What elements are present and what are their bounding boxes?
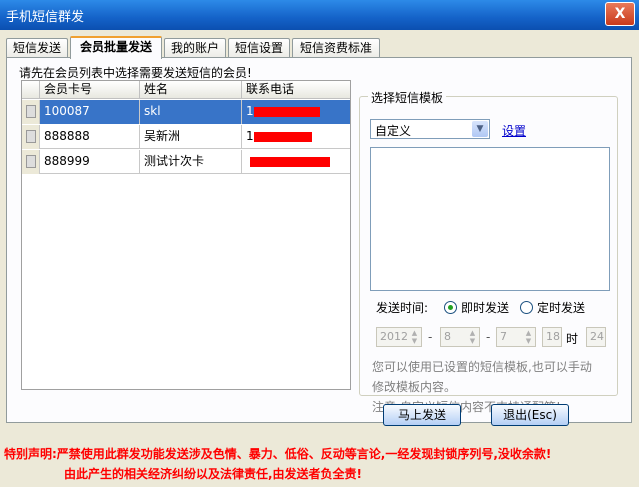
- cell-card-no: 888999: [40, 150, 140, 174]
- table-row[interactable]: 888888 吴新洲 1: [22, 125, 350, 149]
- radio-unchecked-icon: [520, 301, 533, 314]
- template-legend: 选择短信模板: [368, 89, 447, 106]
- spinner-arrows-icon[interactable]: ▲ ▼: [409, 329, 420, 345]
- exit-button[interactable]: 退出(Esc): [491, 404, 569, 426]
- cell-card-no: 100087: [40, 100, 140, 124]
- disclaimer-line1: 特别声明:严禁使用此群发功能发送涉及色情、暴力、低俗、反动等言论,一经发现封锁序…: [4, 447, 552, 461]
- tab-my-account[interactable]: 我的账户: [164, 38, 226, 58]
- minute-field[interactable]: 24: [586, 327, 606, 347]
- spinner-arrows-icon[interactable]: ▲ ▼: [467, 329, 478, 345]
- template-note: 您可以使用已设置的短信模板,也可以手动 修改模板内容。: [372, 357, 612, 397]
- row-indicator: [22, 100, 40, 124]
- member-hint: 请先在会员列表中选择需要发送短信的会员!: [19, 66, 252, 80]
- table-row[interactable]: 100087 skl 1: [22, 100, 350, 124]
- radio-send-now[interactable]: 即时发送: [444, 299, 509, 316]
- hour-field[interactable]: 18: [542, 327, 562, 347]
- message-textarea[interactable]: [370, 147, 610, 291]
- redaction-mark: [254, 132, 312, 142]
- template-select-value: 自定义: [375, 124, 412, 138]
- radio-send-scheduled-label: 定时发送: [537, 301, 586, 315]
- radio-checked-icon: [444, 301, 457, 314]
- day-spinner[interactable]: 7 ▲ ▼: [496, 327, 536, 347]
- template-note-line1: 您可以使用已设置的短信模板,也可以手动: [372, 360, 592, 374]
- radio-send-scheduled[interactable]: 定时发送: [520, 299, 585, 316]
- tab-sms-settings[interactable]: 短信设置: [228, 38, 290, 58]
- date-separator: -: [428, 330, 433, 344]
- hour-suffix: 时: [566, 332, 579, 346]
- member-grid[interactable]: 会员卡号 姓名 联系电话 100087 skl 1 888888 吴新洲 1 8…: [21, 80, 351, 390]
- tab-member-batch-send[interactable]: 会员批量发送: [70, 36, 162, 59]
- cell-phone: 1: [242, 125, 350, 149]
- cell-name: skl: [140, 100, 242, 124]
- template-settings-link[interactable]: 设置: [502, 122, 526, 139]
- row-marker-icon: [26, 105, 36, 118]
- cell-phone: [242, 150, 350, 174]
- tab-panel: 请先在会员列表中选择需要发送短信的会员! 会员卡号 姓名 联系电话 100087…: [6, 57, 632, 423]
- send-now-button[interactable]: 马上发送: [383, 404, 461, 426]
- template-select[interactable]: 自定义 ▼: [370, 119, 490, 139]
- row-indicator: [22, 125, 40, 149]
- radio-send-now-label: 即时发送: [461, 301, 510, 315]
- close-button[interactable]: X: [605, 2, 635, 26]
- year-value: 2012: [380, 330, 408, 343]
- cell-phone: 1: [242, 100, 350, 124]
- day-value: 7: [500, 330, 507, 343]
- month-spinner[interactable]: 8 ▲ ▼: [440, 327, 480, 347]
- tab-sms-send[interactable]: 短信发送: [6, 38, 68, 58]
- template-note-line2: 修改模板内容。: [372, 380, 457, 394]
- column-header-name[interactable]: 姓名: [140, 81, 242, 99]
- date-separator: -: [486, 330, 491, 344]
- disclaimer-line2: 由此产生的相关经济纠纷以及法律责任,由发送者负全责!: [64, 467, 363, 481]
- window-body: 短信发送 会员批量发送 我的账户 短信设置 短信资费标准 请先在会员列表中选择需…: [0, 30, 639, 487]
- send-time-label: 发送时间:: [376, 301, 429, 315]
- redaction-mark: [254, 107, 320, 117]
- row-marker-icon: [26, 155, 36, 168]
- spinner-arrows-icon[interactable]: ▲ ▼: [523, 329, 534, 345]
- month-value: 8: [444, 330, 451, 343]
- table-row[interactable]: 888999 测试计次卡: [22, 150, 350, 174]
- grid-header-indicator: [22, 81, 40, 99]
- cell-card-no: 888888: [40, 125, 140, 149]
- window-title: 手机短信群发: [6, 10, 85, 25]
- cell-name: 吴新洲: [140, 125, 242, 149]
- row-indicator: [22, 150, 40, 174]
- column-header-card-no[interactable]: 会员卡号: [40, 81, 140, 99]
- cell-phone-visible: 1: [246, 104, 254, 118]
- row-marker-icon: [26, 130, 36, 143]
- column-header-phone[interactable]: 联系电话: [242, 81, 350, 99]
- cell-name: 测试计次卡: [140, 150, 242, 174]
- tab-sms-pricing[interactable]: 短信资费标准: [292, 38, 380, 58]
- title-bar: 手机短信群发 X: [0, 0, 639, 30]
- chevron-down-icon[interactable]: ▼: [472, 121, 488, 137]
- redaction-mark: [250, 157, 330, 167]
- cell-phone-visible: 1: [246, 129, 254, 143]
- template-groupbox: 选择短信模板 自定义 ▼ 设置 发送时间: 即时发送 定时发送 2012 ▲ ▼ -…: [359, 89, 618, 414]
- grid-header: 会员卡号 姓名 联系电话: [22, 81, 350, 99]
- year-spinner[interactable]: 2012 ▲ ▼: [376, 327, 422, 347]
